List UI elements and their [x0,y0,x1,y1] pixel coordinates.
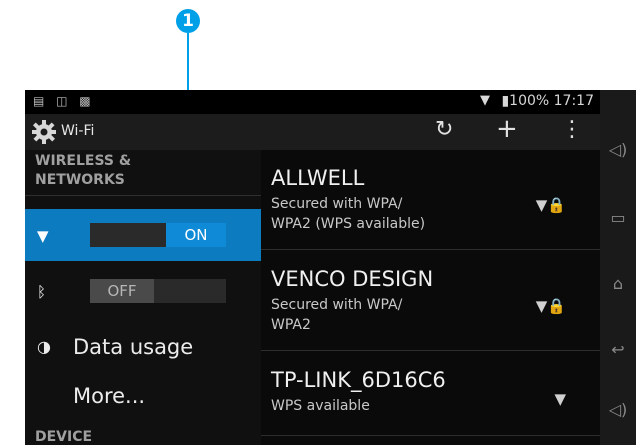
wifi-secured-signal-icon: ▼🔒 [535,297,566,315]
network-name: TP-LINK_6D16C6 [271,368,446,392]
network-name: ALLWELL [271,166,365,190]
settings-gear-icon[interactable] [31,119,57,145]
data-usage-icon: ◑ [37,337,51,356]
settings-sidebar: WIRELESS & NETWORKS ▼ ON ᛒ OFF ◑ Data us… [25,150,261,445]
bluetooth-icon: ᛒ [37,283,47,301]
status-right: ▮100% 17:17 [501,93,594,109]
more-label: More... [73,384,146,408]
action-bar: Wi-Fi ↻ + ⋮ [25,114,600,150]
tablet-screen: ▤ ◫ ▩ ▼ ▮100% 17:17 Wi-Fi ↻ + ⋮ WIRELESS… [25,90,600,445]
wifi-secured-signal-icon: ▼🔒 [535,196,566,214]
recent-apps-icon[interactable]: ▭ [600,203,636,233]
bluetooth-toggle[interactable]: OFF [90,279,226,303]
divider [261,249,600,250]
wifi-toggle-state: ON [166,223,226,247]
wifi-signal-icon: ▼ [554,390,566,408]
battery-indicator: ▮100% [501,93,550,109]
volume-up-icon[interactable]: ◁) [600,395,636,425]
clock: 17:17 [553,93,594,109]
network-name: VENCO DESIGN [271,267,434,291]
home-icon[interactable]: ⌂ [600,269,636,299]
back-icon[interactable]: ↩ [600,335,636,365]
wps-refresh-icon[interactable]: ↻ [435,117,453,142]
divider [261,435,600,436]
category-wireless-networks: WIRELESS & NETWORKS [35,153,132,188]
volume-down-icon[interactable]: ◁) [600,135,636,165]
annotation-badge: 1 [176,9,200,33]
wifi-signal-icon: ▼ [480,93,490,108]
notification-icons: ▤ ◫ ▩ [33,94,95,108]
divider [261,350,600,351]
wifi-network-list: ALLWELL Secured with WPA/ WPA2 (WPS avai… [261,150,600,445]
wifi-icon: ▼ [37,227,49,245]
system-navigation-bar: ◁) ▭ ⌂ ↩ ◁) [600,90,636,445]
sidebar-item-bluetooth[interactable]: ᛒ OFF [25,265,261,317]
add-network-icon[interactable]: + [496,114,518,144]
wifi-toggle[interactable]: ON [90,223,226,247]
category-device: DEVICE [35,429,93,445]
sidebar-item-wifi[interactable]: ▼ ON [25,209,261,261]
network-item-tp-link[interactable]: TP-LINK_6D16C6 WPS available [271,368,591,416]
overflow-menu-icon[interactable]: ⋮ [561,117,583,142]
status-bar: ▤ ◫ ▩ ▼ ▮100% 17:17 [25,90,600,114]
bluetooth-toggle-state: OFF [90,279,154,303]
divider [25,195,261,196]
network-status: WPS available [271,398,370,414]
action-bar-title: Wi-Fi [61,123,95,139]
data-usage-label: Data usage [73,335,194,359]
